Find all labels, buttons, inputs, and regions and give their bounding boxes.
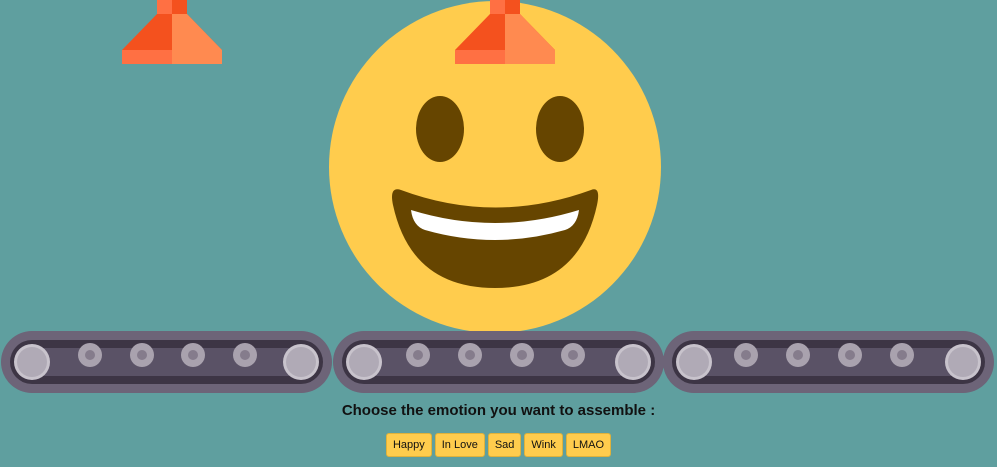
dispenser-nozzle-center [455,0,555,64]
conveyor-belt-1 [1,331,332,393]
in-love-button[interactable]: In Love [434,433,485,457]
emoji-left-eye [416,96,464,162]
conveyor-belt-3 [663,331,994,393]
emotion-button-group: Happy In Love Sad Wink LMAO [0,433,997,457]
sad-button[interactable]: Sad [487,433,522,457]
emoji-right-eye [536,96,584,162]
lmao-button[interactable]: LMAO [565,433,612,457]
conveyor-belt-2 [333,331,664,393]
emotion-prompt: Choose the emotion you want to assemble … [341,402,656,419]
happy-button[interactable]: Happy [385,433,432,457]
dispenser-nozzle-left [122,0,222,64]
wink-button[interactable]: Wink [524,433,563,457]
